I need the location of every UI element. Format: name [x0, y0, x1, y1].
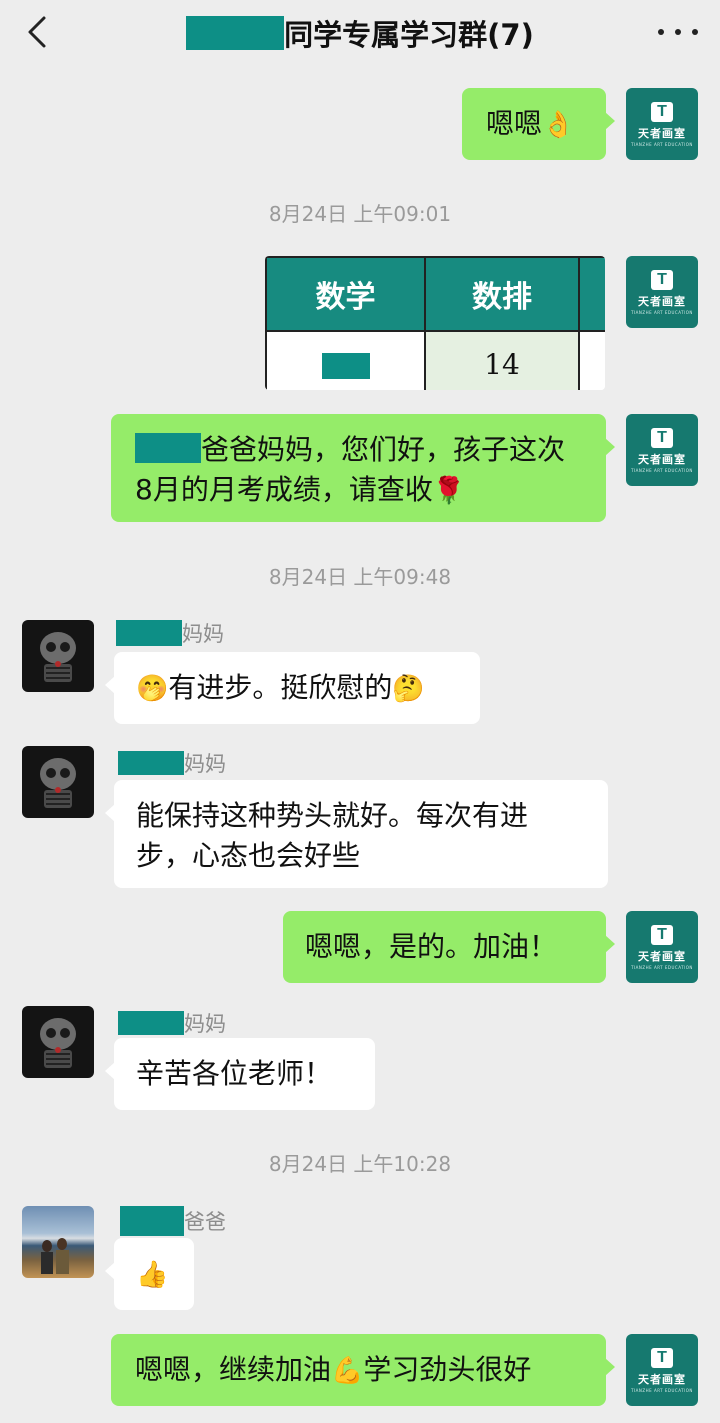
my-avatar[interactable]: T 天者画室 TIANZHE ART EDUCATION: [626, 256, 698, 328]
contact-avatar[interactable]: [22, 1006, 94, 1078]
table-header: 数学: [265, 256, 426, 332]
sent-message[interactable]: 嗯嗯，继续加油💪学习劲头很好: [111, 1334, 615, 1406]
timestamp: 8月24日 上午10:28: [268, 1152, 452, 1176]
sender-name: 爸爸: [120, 1206, 226, 1236]
contact-avatar[interactable]: [22, 746, 94, 818]
contact-avatar[interactable]: [22, 1206, 94, 1278]
sender-name: 妈妈: [118, 748, 226, 778]
received-message[interactable]: 🤭有进步。挺欣慰的🤔: [105, 652, 480, 724]
top-bar: 同学专属学习群(7): [0, 0, 720, 72]
message-text: 辛苦各位老师！: [136, 1057, 333, 1090]
flexed-biceps-emoji: 💪: [331, 1356, 364, 1386]
table-cell-rank: 14: [424, 330, 580, 390]
message-text: 爸爸妈妈，您们好，孩子这次: [201, 433, 566, 466]
redacted-name: [186, 16, 285, 50]
table-cell: [578, 330, 605, 390]
score-table-image[interactable]: 数学 数排 14: [265, 256, 605, 390]
my-avatar[interactable]: T 天者画室 TIANZHE ART EDUCATION: [626, 911, 698, 983]
chat-title: 同学专属学习群(7): [0, 14, 720, 52]
my-avatar[interactable]: T 天者画室 TIANZHE ART EDUCATION: [626, 414, 698, 486]
chat-title-text: 同学专属学习群(7): [284, 18, 534, 52]
thumbs-up-emoji: 👍: [136, 1260, 169, 1290]
sent-message[interactable]: 嗯嗯👌: [462, 88, 615, 160]
sent-message[interactable]: 爸爸妈妈，您们好，孩子这次 8月的月考成绩，请查收🌹: [111, 414, 615, 522]
message-text: 能保持这种势头就好。每次有进: [136, 799, 529, 832]
message-text: 嗯嗯，是的。加油！: [305, 930, 558, 963]
rose-emoji: 🌹: [432, 476, 466, 506]
timestamp: 8月24日 上午09:48: [268, 565, 452, 589]
table-header: [578, 256, 605, 332]
my-avatar[interactable]: T 天者画室 TIANZHE ART EDUCATION: [626, 1334, 698, 1406]
message-text: 嗯嗯: [486, 107, 543, 140]
more-dots-icon[interactable]: [658, 20, 698, 44]
table-header: 数排: [424, 256, 580, 332]
contact-avatar[interactable]: [22, 620, 94, 692]
message-text: 有进步。挺欣慰的: [168, 671, 393, 704]
sender-name: 妈妈: [116, 618, 224, 648]
table-cell-redacted: [265, 330, 426, 390]
ok-hand-emoji: 👌: [542, 110, 575, 140]
message-text: 嗯嗯，继续加油: [135, 1353, 332, 1386]
message-text: 学习劲头很好: [363, 1353, 532, 1386]
hand-over-mouth-emoji: 🤭: [136, 674, 169, 704]
received-message[interactable]: 辛苦各位老师！: [105, 1038, 375, 1110]
timestamp: 8月24日 上午09:01: [268, 202, 452, 226]
sender-name: 妈妈: [118, 1008, 226, 1038]
message-text: 步，心态也会好些: [136, 839, 361, 872]
my-avatar[interactable]: T 天者画室 TIANZHE ART EDUCATION: [626, 88, 698, 160]
score-table: 数学 数排 14: [265, 256, 605, 390]
sent-message[interactable]: 嗯嗯，是的。加油！: [283, 911, 615, 983]
message-text: 8月的月考成绩，请查收: [135, 473, 433, 506]
thinking-emoji: 🤔: [392, 674, 425, 704]
received-message[interactable]: 👍: [105, 1238, 194, 1310]
received-message[interactable]: 能保持这种势头就好。每次有进 步，心态也会好些: [105, 780, 608, 888]
redacted-name: [135, 433, 201, 463]
